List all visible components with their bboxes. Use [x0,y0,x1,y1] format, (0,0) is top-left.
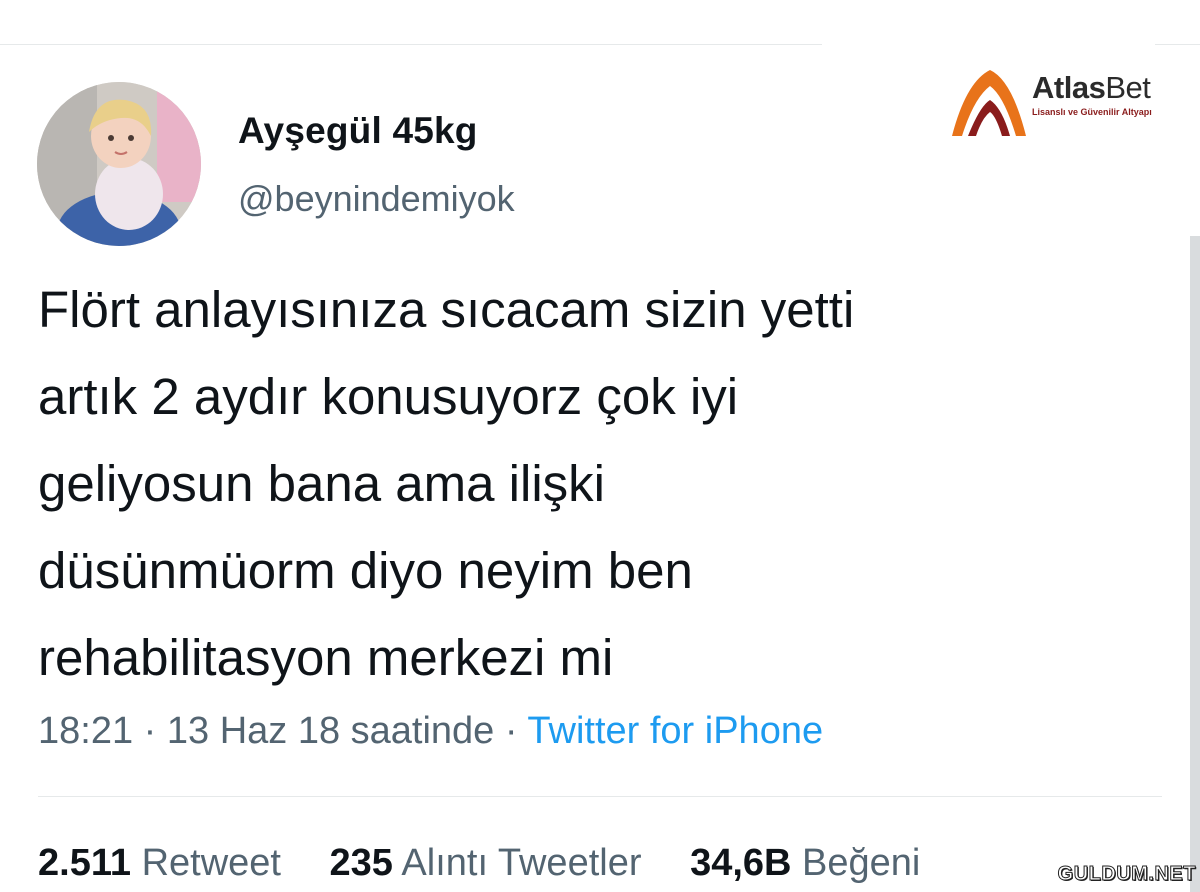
tweet-source-link[interactable]: Twitter for iPhone [527,710,823,752]
retweet-stat[interactable]: 2.511 Retweet [38,842,281,885]
quote-tweets-stat[interactable]: 235 Alıntı Tweetler [330,842,642,885]
tweet-line: Flört anlayısınıza sıcacam sizin yetti [38,281,855,338]
tweet-meta: 18:21 · 13 Haz 18 saatinde · Twitter for… [38,710,823,753]
tweet-text: Flört anlayısınıza sıcacam sizin yetti a… [38,266,1148,701]
display-name[interactable]: Ayşegül 45kg [238,110,478,152]
tweet-line: artık 2 aydır konusuyorz çok iyi [38,368,739,425]
brand-name: AtlasBet [1032,70,1151,105]
tweet-screenshot: Ayşegül 45kg @beynindemiyok AtlasBet Lis… [0,0,1200,892]
stats-divider [38,796,1162,797]
tweet-timestamp[interactable]: 18:21 · 13 Haz 18 saatinde · [38,710,518,752]
top-divider-right [1155,44,1200,45]
site-watermark: GULDUM.NET [1057,863,1196,886]
brand-watermark: AtlasBet Lisanslı ve Güvenilir Altyapı [946,62,1186,152]
user-handle[interactable]: @beynindemiyok [238,178,515,220]
avatar[interactable] [37,82,201,246]
avatar-image [37,82,201,246]
tweet-stats: 2.511 Retweet 235 Alıntı Tweetler 34,6B … [38,842,920,885]
tweet-line: rehabilitasyon merkezi mi [38,629,614,686]
likes-stat[interactable]: 34,6B Beğeni [690,842,920,885]
scrollbar[interactable] [1190,236,1200,892]
tweet-line: düsünmüorm diyo neyim ben [38,542,693,599]
brand-tagline: Lisanslı ve Güvenilir Altyapı [1032,107,1152,117]
tweet-line: geliyosun bana ama ilişki [38,455,605,512]
atlasbet-logo-icon [952,70,1026,136]
top-divider [0,44,822,45]
